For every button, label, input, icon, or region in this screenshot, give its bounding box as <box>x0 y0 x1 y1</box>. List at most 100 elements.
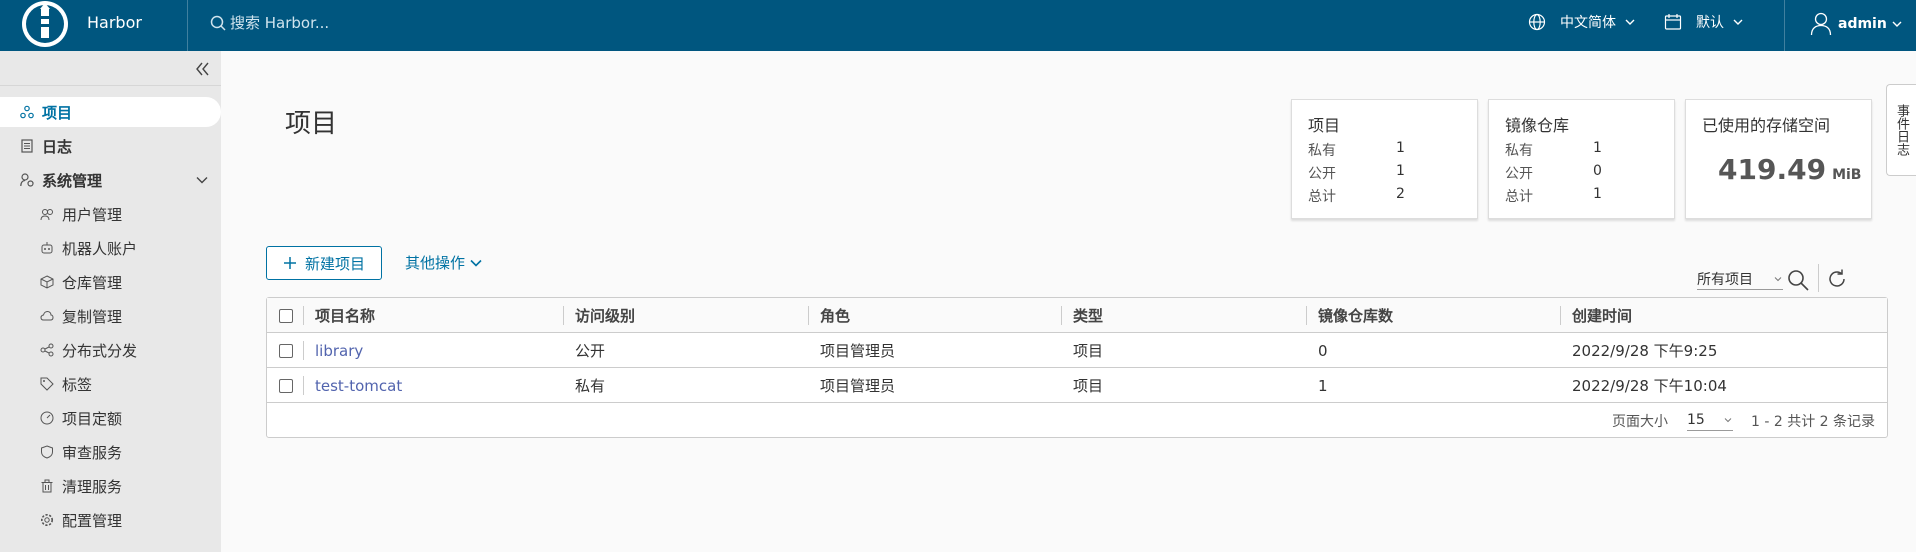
card-row: 公开 0 <box>1505 163 1602 182</box>
toolbar-divider <box>1818 264 1819 292</box>
sidebar-item-label: 机器人账户 <box>62 239 138 258</box>
chevron-down-icon <box>1724 418 1732 423</box>
column-divider <box>808 306 809 325</box>
event-log-tab[interactable]: 事件日志 <box>1886 84 1916 176</box>
card-row: 总计 1 <box>1505 186 1602 205</box>
sidebar-item-configuration[interactable]: 配置管理 <box>0 505 221 535</box>
user-menu[interactable]: admin <box>1810 12 1903 36</box>
sidebar: 项目 日志 系统管理 用户管理 机器人账户 仓库管理 复制管理 分布式分发 标签… <box>0 51 221 552</box>
scanner-icon <box>40 445 54 459</box>
column-header-access[interactable]: 访问级别 <box>575 298 635 333</box>
column-divider <box>303 306 304 325</box>
checkbox-box[interactable] <box>279 378 293 393</box>
card-row: 私有 1 <box>1505 140 1602 159</box>
brand-name[interactable]: Harbor <box>87 13 142 32</box>
robot-icon <box>40 241 54 255</box>
access-level: 公开 <box>575 342 606 360</box>
repo-count: 1 <box>1318 376 1328 395</box>
projects-table: 项目名称 访问级别 角色 类型 镜像仓库数 创建时间 library 公开 项目… <box>266 297 1888 438</box>
chevron-down-icon <box>1892 21 1902 27</box>
page-size-select[interactable]: 15 <box>1687 403 1733 438</box>
refresh-icon <box>1829 269 1845 287</box>
sidebar-item-label: 配置管理 <box>62 511 123 530</box>
collapse-sidebar-button[interactable] <box>193 59 213 79</box>
admin-icon <box>20 173 34 187</box>
filter-value: 所有项目 <box>1697 271 1753 288</box>
user-icon <box>1810 12 1832 36</box>
sidebar-item-registries[interactable]: 仓库管理 <box>0 267 221 297</box>
sidebar-divider <box>0 85 221 86</box>
row-checkbox[interactable] <box>279 368 293 403</box>
table-header-row: 项目名称 访问级别 角色 类型 镜像仓库数 创建时间 <box>267 298 1887 333</box>
column-header-type[interactable]: 类型 <box>1073 298 1103 333</box>
page-size-dropdown[interactable]: 15 <box>1687 411 1733 431</box>
search-input[interactable]: 搜索 Harbor... <box>230 12 329 33</box>
column-header-role[interactable]: 角色 <box>820 298 850 333</box>
role: 项目管理员 <box>820 377 896 395</box>
role: 项目管理员 <box>820 342 896 360</box>
refresh-button[interactable] <box>1826 268 1848 294</box>
sidebar-item-distributions[interactable]: 分布式分发 <box>0 335 221 365</box>
card-row: 私有 1 <box>1308 140 1405 159</box>
card-title: 已使用的存储空间 <box>1702 116 1831 135</box>
tag-icon <box>40 377 54 391</box>
type: 项目 <box>1073 342 1104 360</box>
project-name-link[interactable]: test-tomcat <box>315 368 402 403</box>
checkbox-box[interactable] <box>279 343 293 358</box>
chevron-down-icon <box>1625 19 1635 25</box>
page-size-value: 15 <box>1687 412 1705 428</box>
theme-selector[interactable]: 默认 <box>1664 12 1744 32</box>
checkbox-box[interactable] <box>279 308 293 323</box>
more-actions-dropdown[interactable]: 其他操作 <box>405 252 483 273</box>
column-header-name[interactable]: 项目名称 <box>315 298 375 333</box>
double-chevron-left-icon <box>196 62 209 76</box>
chevron-down-icon <box>1733 19 1743 25</box>
table-row: library 公开 项目管理员 项目 0 2022/9/28 下午9:25 <box>267 333 1887 368</box>
new-project-button[interactable]: 新建项目 <box>266 246 382 280</box>
sidebar-item-scanners[interactable]: 审查服务 <box>0 437 221 467</box>
language-selector[interactable]: 中文简体 <box>1528 12 1636 32</box>
column-header-repo-count[interactable]: 镜像仓库数 <box>1318 298 1393 333</box>
sidebar-item-robot-accounts[interactable]: 机器人账户 <box>0 233 221 263</box>
sidebar-item-projects[interactable]: 项目 <box>0 97 221 127</box>
sidebar-item-labels[interactable]: 标签 <box>0 369 221 399</box>
plus-icon <box>283 257 296 269</box>
global-search[interactable]: 搜索 Harbor... <box>210 12 329 33</box>
column-header-creation-time[interactable]: 创建时间 <box>1572 298 1632 333</box>
project-filter-select[interactable]: 所有项目 <box>1697 268 1783 290</box>
project-name-link[interactable]: library <box>315 333 363 368</box>
sidebar-item-users[interactable]: 用户管理 <box>0 199 221 229</box>
storage-summary-card: 已使用的存储空间 419.49 MiB <box>1685 99 1872 219</box>
card-title: 镜像仓库 <box>1505 116 1570 135</box>
projects-icon <box>20 105 34 119</box>
chevron-down-icon <box>470 259 482 267</box>
repo-count: 0 <box>1318 341 1328 360</box>
distribution-icon <box>40 343 54 357</box>
top-nav-bar: Harbor 搜索 Harbor... 中文简体 默认 admin <box>0 0 1916 51</box>
repositories-summary-card: 镜像仓库 私有 1 公开 0 总计 1 <box>1488 99 1675 219</box>
quota-icon <box>40 411 54 425</box>
card-row: 总计 2 <box>1308 186 1405 205</box>
card-title: 项目 <box>1308 116 1341 135</box>
header-divider <box>1784 0 1785 51</box>
sidebar-item-label: 分布式分发 <box>62 341 138 360</box>
column-divider <box>1061 306 1062 325</box>
sidebar-item-label: 复制管理 <box>62 307 123 326</box>
sidebar-item-admin[interactable]: 系统管理 <box>0 165 221 195</box>
select-all-checkbox[interactable] <box>279 298 293 333</box>
column-divider <box>303 376 304 395</box>
sidebar-item-quotas[interactable]: 项目定额 <box>0 403 221 433</box>
creation-time: 2022/9/28 下午9:25 <box>1572 342 1718 360</box>
gear-icon <box>40 513 54 527</box>
search-toggle-button[interactable] <box>1786 268 1810 296</box>
theme-label: 默认 <box>1696 15 1724 31</box>
harbor-logo[interactable] <box>19 0 71 48</box>
sidebar-item-replications[interactable]: 复制管理 <box>0 301 221 331</box>
row-checkbox[interactable] <box>279 333 293 368</box>
sidebar-item-logs[interactable]: 日志 <box>0 131 221 161</box>
sidebar-item-label: 系统管理 <box>42 171 103 190</box>
table-row: test-tomcat 私有 项目管理员 项目 1 2022/9/28 下午10… <box>267 368 1887 403</box>
sidebar-item-clean-up[interactable]: 清理服务 <box>0 471 221 501</box>
sidebar-item-label: 审查服务 <box>62 443 123 462</box>
storage-value: 419.49 MiB <box>1718 153 1862 186</box>
